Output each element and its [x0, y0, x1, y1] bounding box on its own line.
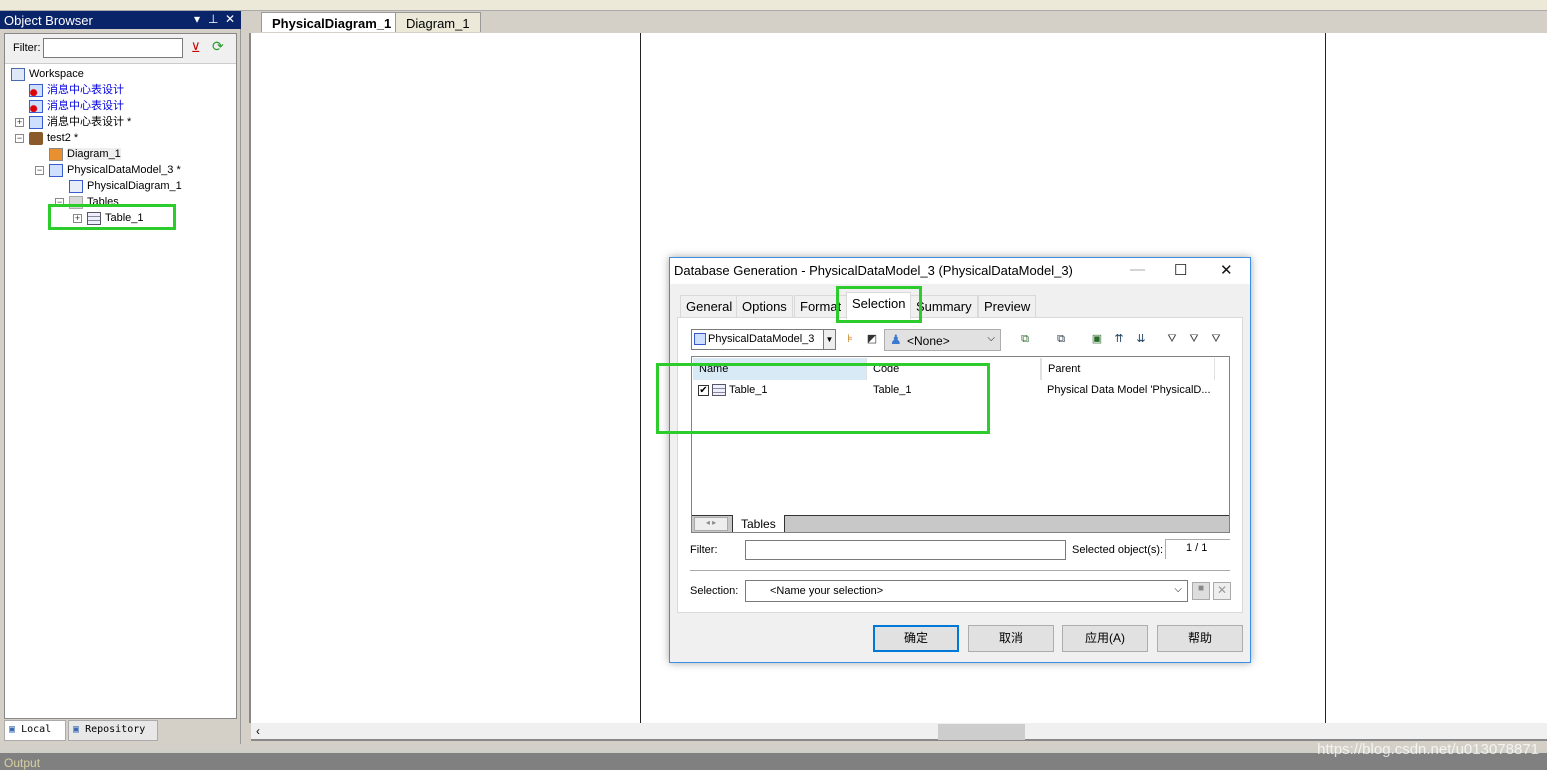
sheet-tab-tables[interactable]: Tables — [732, 515, 785, 532]
select-all-icon[interactable]: ⧉ — [1019, 333, 1031, 345]
select-icon[interactable]: ▣ — [1091, 333, 1103, 345]
tree-item-model[interactable]: 消息中心表设计 — [29, 98, 124, 114]
hierarchy-icon[interactable]: ⊧ — [844, 333, 856, 345]
collapse-icon[interactable]: − — [15, 134, 24, 143]
expand-icon[interactable]: + — [15, 118, 24, 127]
scroll-left-icon[interactable]: ‹ — [256, 724, 260, 738]
tree-item-physical-model[interactable]: PhysicalDataModel_3 * — [49, 162, 181, 178]
workspace-icon — [11, 67, 25, 81]
move-down-icon[interactable]: ⇊ — [1135, 333, 1147, 345]
selected-objects-label: Selected object(s): — [1072, 544, 1164, 556]
highlight-box — [656, 363, 990, 434]
model-error-icon — [29, 83, 43, 97]
filter-apply-icon[interactable]: ⛛ — [1188, 333, 1200, 345]
output-label: Output — [4, 756, 41, 770]
physical-diagram-icon — [69, 179, 83, 193]
horizontal-scrollbar[interactable]: ‹ — [251, 723, 1547, 741]
selection-panel: PhysicalDataModel_3 ▼ ⊧ ◩ ♟ <None> ⌵ ⧉ ⧉ ▣ … — [677, 317, 1243, 613]
help-button[interactable]: 帮助 — [1157, 625, 1243, 652]
physical-model-icon — [49, 163, 63, 177]
model-icon — [694, 333, 706, 345]
watermark: https://blog.csdn.net/u013078871 — [1317, 741, 1539, 758]
selection-label: Selection: — [690, 585, 739, 597]
maximize-icon[interactable]: ☐ — [1174, 261, 1187, 279]
sheet-scroll-arrows[interactable]: ◂ ▸ — [694, 517, 728, 531]
close-icon[interactable]: ✕ — [1220, 261, 1233, 279]
tab-selection[interactable]: Selection — [846, 292, 912, 319]
owner-select[interactable]: ♟ <None> ⌵ — [884, 329, 1001, 351]
tree-item-model[interactable]: 消息中心表设计 — [29, 82, 124, 98]
filter-input[interactable] — [745, 540, 1066, 560]
document-tabs: PhysicalDiagram_1 Diagram_1 — [249, 11, 1547, 33]
page-boundary — [1325, 33, 1326, 723]
selection-combo[interactable]: <Name your selection> ⌵ — [745, 580, 1188, 602]
project-briefcase-icon — [29, 131, 43, 145]
clear-filter-icon[interactable]: ⊻ — [191, 40, 201, 56]
cell-parent: Physical Data Model 'PhysicalD... — [1047, 384, 1211, 396]
model-error-icon — [29, 99, 43, 113]
dialog-title: Database Generation - PhysicalDataModel_… — [674, 263, 1073, 278]
object-browser-header: Object Browser ▾ ⊥ ✕ — [0, 11, 241, 29]
column-header-parent[interactable]: Parent — [1041, 358, 1215, 380]
highlight-box — [48, 204, 176, 230]
move-up-icon[interactable]: ⇈ — [1113, 333, 1125, 345]
diagram-icon — [49, 147, 63, 161]
properties-icon[interactable]: ◩ — [866, 333, 878, 345]
tree-item-diagram[interactable]: Diagram_1 — [49, 146, 121, 162]
chevron-down-icon: ⌵ — [987, 333, 995, 344]
filter-label: Filter: — [690, 544, 718, 556]
scrollbar-thumb[interactable] — [938, 724, 1025, 740]
deselect-all-icon[interactable]: ⧉ — [1055, 333, 1067, 345]
tree-item-workspace[interactable]: Workspace — [11, 66, 84, 82]
tree-item-model[interactable]: 消息中心表设计 * — [29, 114, 131, 130]
selected-count: 1 / 1 — [1165, 539, 1230, 559]
tab-local[interactable]: ▣ Local — [4, 720, 66, 741]
chevron-down-icon: ⌵ — [1174, 584, 1182, 595]
tab-options[interactable]: Options — [736, 295, 793, 318]
filter-label: Filter: — [13, 42, 41, 54]
save-selection-icon[interactable]: ■ — [1192, 582, 1210, 600]
main-toolbar — [0, 0, 1547, 11]
object-browser-body: Filter: ⊻ ⟳ Workspace 消息中心表设计 消息中心表设计 + … — [4, 33, 237, 719]
apply-button[interactable]: 应用(A) — [1062, 625, 1148, 652]
local-icon: ▣ — [9, 724, 16, 735]
model-select[interactable]: PhysicalDataModel_3 ▼ — [691, 329, 836, 350]
tree-item-project[interactable]: test2 * — [29, 130, 78, 146]
pin-icon[interactable]: ⊥ — [208, 12, 218, 26]
tab-preview[interactable]: Preview — [978, 295, 1037, 318]
database-generation-dialog: Database Generation - PhysicalDataModel_… — [669, 257, 1251, 663]
tab-diagram[interactable]: Diagram_1 — [395, 12, 481, 32]
delete-selection-icon[interactable]: ✕ — [1213, 582, 1231, 600]
tab-general[interactable]: General — [680, 295, 739, 318]
minimize-icon[interactable]: — — [1130, 261, 1145, 278]
dropdown-arrow-icon[interactable]: ▼ — [823, 330, 835, 349]
ok-button[interactable]: 确定 — [873, 625, 959, 652]
page-boundary — [640, 33, 641, 723]
divider — [690, 570, 1230, 571]
output-panel: Output — [0, 750, 1547, 770]
dialog-titlebar: Database Generation - PhysicalDataModel_… — [670, 258, 1250, 284]
object-browser-panel: Object Browser ▾ ⊥ ✕ Filter: ⊻ ⟳ Workspa… — [0, 11, 241, 744]
user-icon: ♟ — [890, 332, 902, 347]
tree-item-physical-diagram[interactable]: PhysicalDiagram_1 — [69, 178, 182, 194]
model-icon — [29, 115, 43, 129]
repository-icon: ▣ — [73, 724, 80, 735]
tab-repository[interactable]: ▣ Repository — [68, 720, 158, 741]
collapse-icon[interactable]: − — [35, 166, 44, 175]
filter-edit-icon[interactable]: ⛛ — [1166, 333, 1178, 345]
refresh-icon[interactable]: ⟳ — [212, 38, 224, 55]
close-icon[interactable]: ✕ — [225, 12, 235, 26]
cancel-button[interactable]: 取消 — [968, 625, 1054, 652]
object-browser-tabs: ▣ Local ▣ Repository — [4, 720, 237, 742]
filter-input[interactable] — [43, 38, 183, 58]
filter-selected-icon[interactable]: ⛛ — [1210, 333, 1222, 345]
sheet-tabs-bar: ◂ ▸ Tables — [692, 515, 1229, 532]
tab-physicaldiagram[interactable]: PhysicalDiagram_1 — [261, 12, 403, 32]
panel-title: Object Browser — [4, 13, 93, 28]
dropdown-arrow-icon[interactable]: ▾ — [194, 12, 200, 26]
